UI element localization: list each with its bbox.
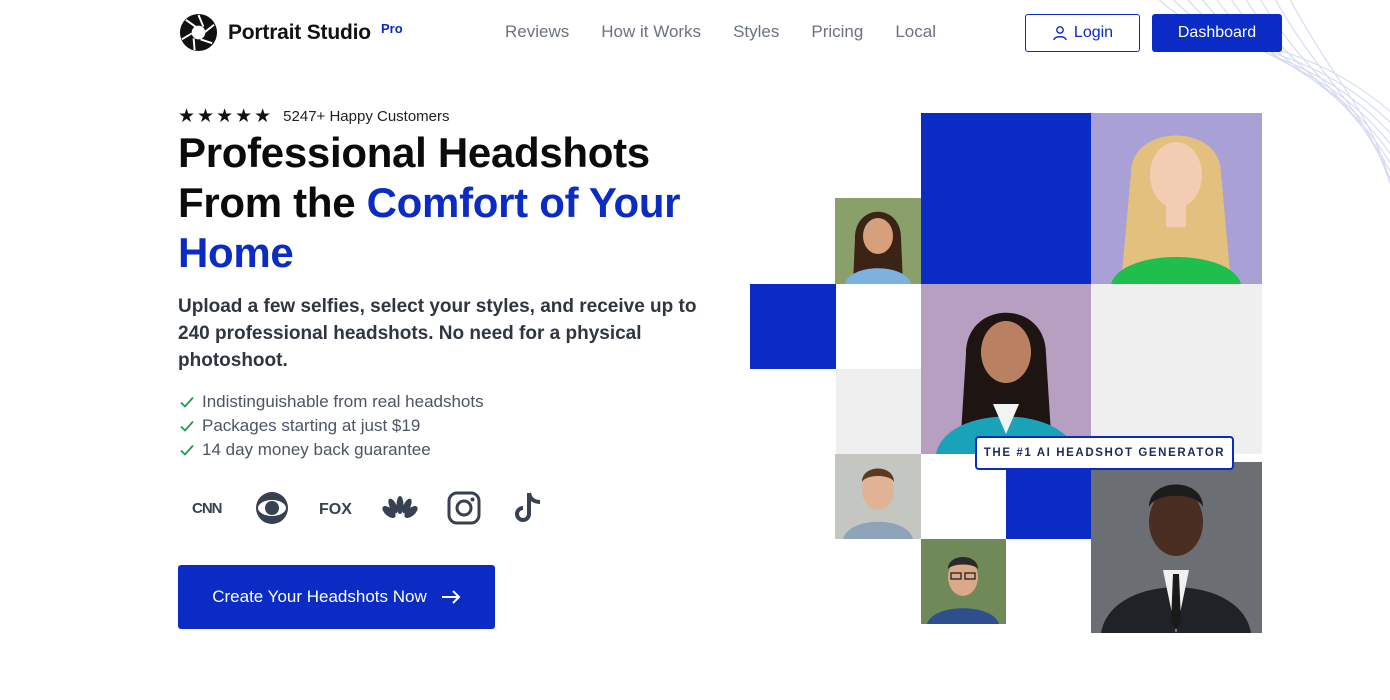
nav-local[interactable]: Local [895, 22, 936, 42]
login-label: Login [1073, 24, 1114, 41]
user-icon [1053, 26, 1067, 41]
brand-pro-badge: Pro [381, 21, 403, 36]
nav-reviews[interactable]: Reviews [505, 22, 569, 42]
headshot-photo [921, 284, 1091, 454]
headshot-photo [1091, 113, 1262, 284]
feature-text: 14 day money back guarantee [202, 440, 431, 459]
create-headshots-button[interactable]: Create Your Headshots Now [178, 565, 495, 629]
cbs-logo [254, 490, 290, 526]
check-icon [180, 396, 194, 408]
feature-item: Packages starting at just $19 [178, 414, 484, 438]
brand-logo[interactable]: Portrait Studio Pro [179, 13, 403, 52]
headline-line-1: Professional Headshots [178, 129, 650, 176]
svg-text:CNN: CNN [192, 500, 222, 517]
feature-item: Indistinguishable from real headshots [178, 390, 484, 414]
tiktok-icon [510, 490, 546, 526]
collage-block [750, 284, 836, 369]
svg-text:FOX: FOX [319, 501, 352, 518]
collage-block [921, 113, 1091, 284]
instagram-icon [446, 490, 482, 526]
feature-text: Packages starting at just $19 [202, 416, 421, 435]
ai-headshot-badge: THE #1 AI HEADSHOT GENERATOR [975, 436, 1234, 470]
nbc-logo [382, 490, 418, 526]
press-logos: CNN FOX [190, 490, 546, 526]
rating-row: ★★★★★ 5247+ Happy Customers [178, 105, 450, 128]
headline-line-2: From the [178, 179, 367, 226]
arrow-right-icon [441, 590, 461, 604]
check-icon [180, 420, 194, 432]
nav-styles[interactable]: Styles [733, 22, 779, 42]
main-nav: Reviews How it Works Styles Pricing Loca… [505, 22, 936, 42]
aperture-icon [179, 13, 218, 52]
collage-block [1091, 284, 1262, 454]
feature-text: Indistinguishable from real headshots [202, 392, 484, 411]
headshot-photo [835, 198, 921, 284]
brand-name: Portrait Studio [228, 20, 371, 44]
nav-how-it-works[interactable]: How it Works [601, 22, 701, 42]
hero-subhead: Upload a few selfies, select your styles… [178, 296, 697, 371]
check-icon [180, 444, 194, 456]
headshot-photo [835, 454, 921, 539]
dashboard-button[interactable]: Dashboard [1152, 14, 1282, 52]
login-button[interactable]: Login [1025, 14, 1140, 52]
cnn-logo: CNN [190, 490, 226, 526]
nav-pricing[interactable]: Pricing [811, 22, 863, 42]
star-rating-icons: ★★★★★ [178, 106, 274, 127]
fox-logo: FOX [318, 490, 354, 526]
collage-block [836, 284, 921, 369]
cta-label: Create Your Headshots Now [212, 587, 427, 606]
headshot-photo [921, 539, 1006, 624]
feature-list: Indistinguishable from real headshots Pa… [178, 390, 484, 462]
collage-block [836, 369, 921, 454]
site-header: Portrait Studio Pro Reviews How it Works… [0, 0, 1390, 66]
headshot-photo [1091, 462, 1262, 633]
hero-headline: Professional Headshots From the Comfort … [178, 128, 738, 278]
customers-count: 5247+ Happy Customers [283, 108, 450, 125]
feature-item: 14 day money back guarantee [178, 438, 484, 462]
